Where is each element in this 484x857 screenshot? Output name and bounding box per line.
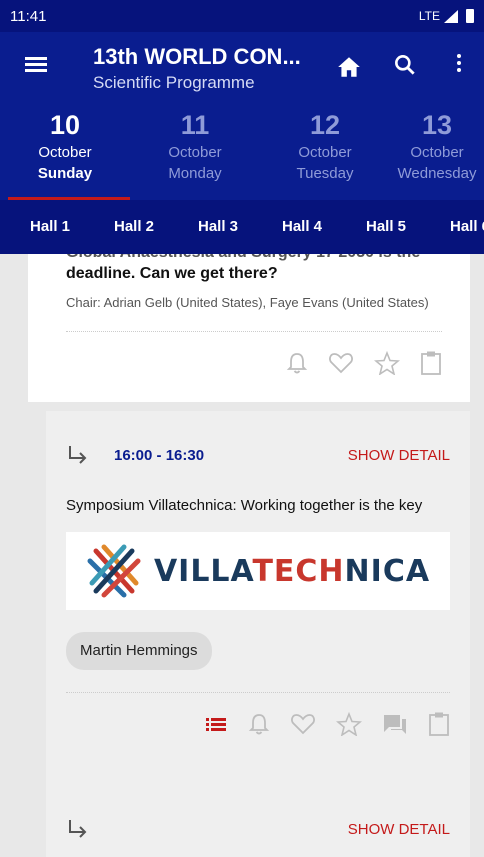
signal-icon	[444, 9, 458, 23]
title-block: 13th WORLD CON... Scientific Programme	[93, 44, 301, 93]
date-weekday: Wednesday	[397, 165, 477, 182]
status-bar: 11:41 LTE	[0, 0, 484, 32]
tab-hall-1[interactable]: Hall 1	[0, 200, 92, 254]
hall-tabs: Hall 1 Hall 2 Hall 3 Hall 4 Hall 5 Hall …	[0, 200, 484, 254]
date-day: 12	[309, 110, 341, 140]
app-bar: 13th WORLD CON... Scientific Programme	[0, 32, 484, 100]
date-weekday: Tuesday	[296, 165, 354, 182]
subdirectory-arrow-icon	[69, 820, 87, 838]
app-subtitle: Scientific Programme	[93, 73, 255, 92]
status-icons: LTE	[419, 9, 474, 23]
date-day: 10	[49, 110, 81, 140]
date-tab-monday[interactable]: 11 October Monday	[130, 100, 260, 200]
date-weekday: Monday	[168, 165, 222, 182]
date-tab-sunday[interactable]: 10 October Sunday	[0, 100, 130, 200]
star-icon[interactable]	[336, 712, 362, 736]
date-weekday: Sunday	[37, 165, 93, 182]
more-options-icon[interactable]	[452, 54, 466, 80]
date-month: October	[168, 144, 222, 161]
status-time: 11:41	[10, 7, 47, 25]
star-icon[interactable]	[374, 351, 400, 375]
session-card: Global Anaesthesia and Surgery 17 2030 i…	[28, 254, 470, 402]
sponsor-name: VILLATECHNICA	[154, 554, 430, 589]
date-month: October	[38, 144, 92, 161]
date-month: October	[298, 144, 352, 161]
sponsor-name-part-1: VILLA	[153, 553, 253, 589]
session-title: Global Anaesthesia and Surgery 17 2030 i…	[66, 254, 442, 284]
date-day: 13	[421, 110, 453, 140]
date-day: 11	[180, 110, 210, 140]
battery-icon	[466, 9, 474, 23]
session-actions	[66, 350, 442, 376]
date-month: October	[410, 144, 464, 161]
session-header: SHOW DETAIL	[66, 818, 450, 840]
session-chair: Chair: Adrian Gelb (United States), Faye…	[66, 295, 429, 310]
session-header: 16:00 - 16:30 SHOW DETAIL	[66, 444, 450, 466]
session-list: Global Anaesthesia and Surgery 17 2030 i…	[0, 254, 484, 857]
session-card: SHOW DETAIL	[46, 781, 470, 857]
session-time: 16:00 - 16:30	[114, 446, 205, 464]
sponsor-banner[interactable]: VILLATECHNICA	[66, 532, 450, 610]
clipboard-icon[interactable]	[420, 350, 442, 376]
bell-icon[interactable]	[286, 351, 308, 375]
search-icon[interactable]	[392, 52, 418, 78]
clipboard-icon[interactable]	[428, 711, 450, 737]
divider	[66, 692, 450, 693]
date-tabs: 10 October Sunday 11 October Monday 12 O…	[0, 100, 484, 200]
bell-icon[interactable]	[248, 712, 270, 736]
subdirectory-arrow-icon	[69, 446, 87, 464]
session-actions	[66, 711, 450, 737]
date-tab-tuesday[interactable]: 12 October Tuesday	[260, 100, 390, 200]
tab-hall-2[interactable]: Hall 2	[92, 200, 176, 254]
session-title: Symposium Villatechnica: Working togethe…	[66, 497, 423, 514]
show-detail-button[interactable]: SHOW DETAIL	[348, 447, 450, 464]
heart-icon[interactable]	[328, 351, 354, 375]
divider	[66, 331, 442, 332]
speaker-chip[interactable]: Martin Hemmings	[66, 632, 212, 670]
menu-icon[interactable]	[25, 54, 57, 78]
tab-hall-6[interactable]: Hall 6	[428, 200, 484, 254]
tab-hall-4[interactable]: Hall 4	[260, 200, 344, 254]
session-title-line-1: Global Anaesthesia and Surgery 17 2030 i…	[66, 254, 442, 263]
tab-hall-5[interactable]: Hall 5	[344, 200, 428, 254]
network-label: LTE	[418, 9, 440, 23]
tab-hall-3[interactable]: Hall 3	[176, 200, 260, 254]
show-detail-button[interactable]: SHOW DETAIL	[348, 821, 450, 838]
app-title: 13th WORLD CON...	[93, 44, 301, 69]
sponsor-name-part-3: NICA	[344, 553, 431, 589]
sponsor-name-part-2: TECH	[252, 553, 345, 589]
villatechnica-logo-icon	[87, 544, 141, 598]
list-icon[interactable]	[204, 713, 228, 735]
chat-icon[interactable]	[382, 712, 408, 736]
date-tab-wednesday[interactable]: 13 October Wednesday	[390, 100, 484, 200]
home-icon[interactable]	[336, 54, 362, 80]
heart-icon[interactable]	[290, 712, 316, 736]
session-title-line-2: deadline. Can we get there?	[66, 265, 278, 282]
session-card: 16:00 - 16:30 SHOW DETAIL Symposium Vill…	[46, 411, 470, 781]
